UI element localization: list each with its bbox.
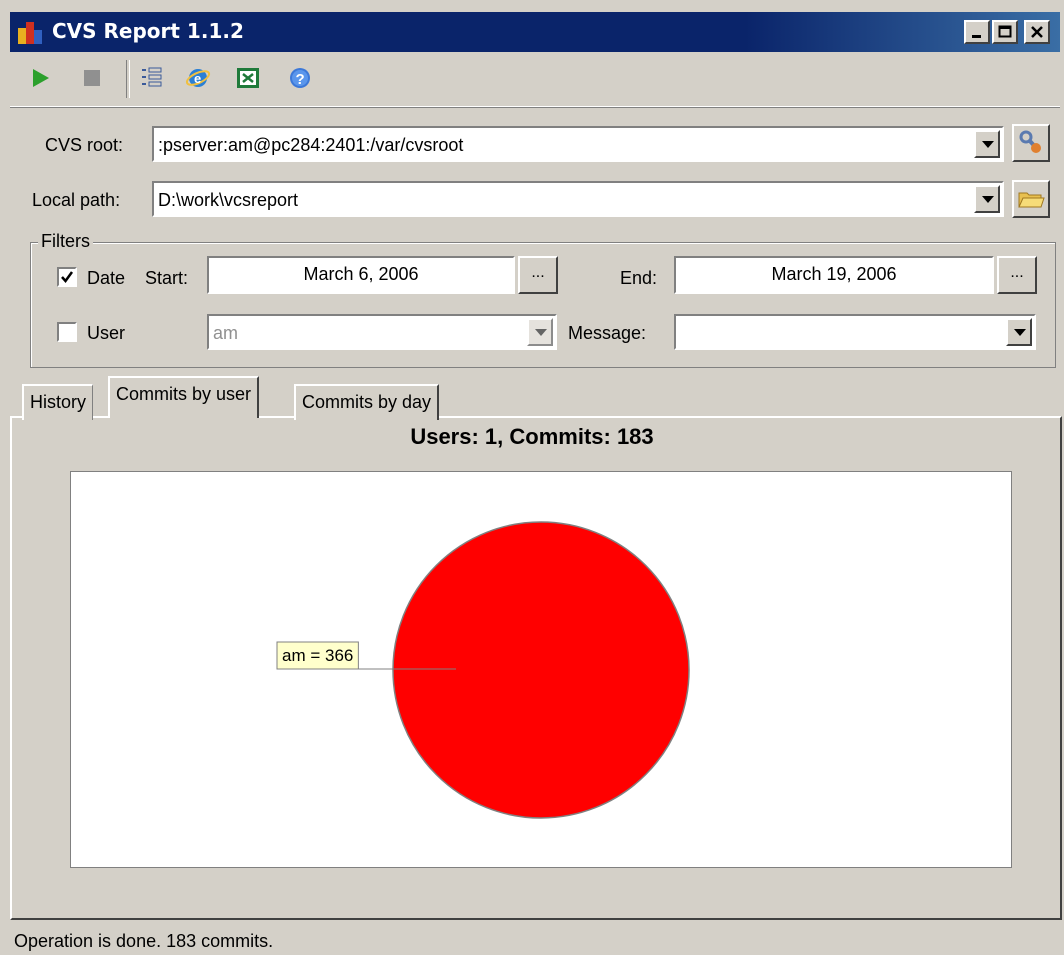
end-date-field[interactable]: March 19, 2006 [674,256,994,294]
start-date-picker-button[interactable]: ... [518,256,558,294]
run-button[interactable] [24,62,56,94]
local-path-label: Local path: [32,190,121,210]
date-checkbox[interactable] [57,267,77,287]
end-date-picker-button[interactable]: ... [997,256,1037,294]
tab-commits-by-day[interactable]: Commits by day [294,384,440,420]
minimize-button[interactable] [964,20,990,44]
browser-icon: e [185,69,211,87]
maximize-button[interactable] [992,20,1018,44]
stop-icon [84,70,100,86]
browse-folder-button[interactable] [1012,180,1050,218]
close-button[interactable] [1024,20,1050,44]
browser-button[interactable]: e [182,62,214,94]
checkmark-icon [61,271,74,284]
filters-legend: Filters [38,231,93,252]
title-bar[interactable]: CVS Report 1.1.2 [10,12,1060,52]
user-value: am [213,323,239,343]
tools-icon [1019,130,1041,153]
excel-button[interactable] [232,62,264,94]
user-combo[interactable]: am [207,314,557,350]
help-icon: ? [290,68,310,88]
chart-plot-area: am = 366 [70,471,1012,868]
status-text: Operation is done. 183 commits. [14,931,274,951]
user-dropdown-arrow[interactable] [527,318,553,346]
local-path-value: D:\work\vcsreport [158,190,299,210]
tab-commits-by-user[interactable]: Commits by user [108,376,260,418]
toolbar: e ? [10,54,1060,107]
pie-chart: am = 366 [276,521,690,819]
end-label: End: [620,268,658,288]
close-icon [1031,26,1043,38]
start-label: Start: [145,268,189,288]
local-path-combo[interactable]: D:\work\vcsreport [152,181,1004,217]
window-title: CVS Report 1.1.2 [52,19,244,43]
maximize-icon [998,25,1012,38]
slice-label-text: am = 366 [282,646,353,665]
cvs-root-value: :pserver:am@pc284:2401:/var/cvsroot [158,135,464,155]
app-icon [18,22,42,44]
list-button[interactable] [136,62,168,94]
tab-history[interactable]: History [22,384,94,420]
message-label: Message: [568,323,647,343]
svg-text:e: e [194,71,201,86]
excel-icon [237,68,259,88]
pie-slice-am [392,521,690,819]
message-combo[interactable] [674,314,1036,350]
svg-text:?: ? [296,71,305,88]
stop-button[interactable] [76,62,108,94]
cvs-root-dropdown-arrow[interactable] [974,130,1000,158]
cvs-settings-button[interactable] [1012,124,1050,162]
cvs-root-label: CVS root: [45,135,124,155]
minimize-icon [972,35,981,38]
help-button[interactable]: ? [284,62,316,94]
date-label: Date [87,268,126,288]
toolbar-separator [126,60,130,98]
play-icon [33,69,49,87]
chart-title: Users: 1, Commits: 183 [410,424,654,449]
cvs-root-combo[interactable]: :pserver:am@pc284:2401:/var/cvsroot [152,126,1004,162]
local-path-dropdown-arrow[interactable] [974,185,1000,213]
list-icon [142,67,162,87]
folder-icon [1018,192,1045,208]
slice-label-box: am = 366 [276,641,359,670]
user-checkbox[interactable] [57,322,77,342]
message-dropdown-arrow[interactable] [1006,318,1032,346]
start-date-field[interactable]: March 6, 2006 [207,256,515,294]
user-label: User [87,323,126,343]
